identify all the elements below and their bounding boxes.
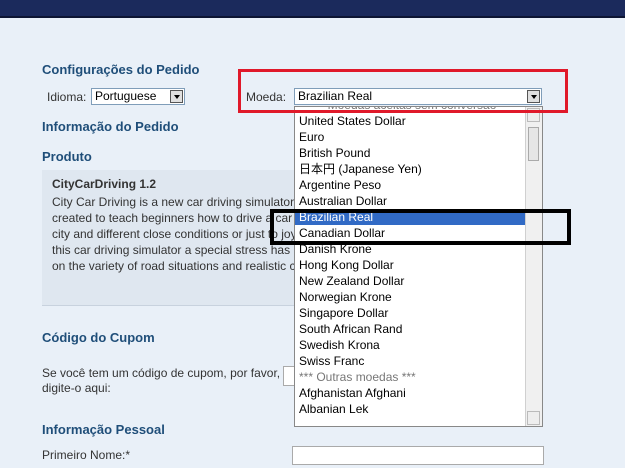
first-name-label: Primeiro Nome:* (42, 448, 131, 462)
currency-options: Moedas aceitas sem conversãoUnited State… (295, 107, 525, 417)
currency-option[interactable]: Singapore Dollar (295, 305, 525, 321)
currency-option[interactable]: Swiss Franc (295, 353, 525, 369)
currency-option[interactable]: Swedish Krona (295, 337, 525, 353)
currency-option[interactable]: New Zealand Dollar (295, 273, 525, 289)
currency-option[interactable]: United States Dollar (295, 113, 525, 129)
currency-dropdown-list[interactable]: Moedas aceitas sem conversãoUnited State… (294, 106, 543, 427)
chevron-down-icon[interactable] (170, 90, 183, 103)
product-name: CityCarDriving 1.2 (52, 177, 157, 191)
coupon-heading: Código do Cupom (42, 330, 155, 345)
currency-option[interactable]: Hong Kong Dollar (295, 257, 525, 273)
dropdown-scrollbar[interactable] (525, 107, 542, 426)
currency-option[interactable]: British Pound (295, 145, 525, 161)
top-header-bar (0, 0, 625, 18)
product-heading: Produto (42, 149, 92, 164)
selected-option-highlight-box (270, 209, 571, 245)
currency-option[interactable]: Argentine Peso (295, 177, 525, 193)
coupon-help-text: Se você tem um código de cupom, por favo… (42, 366, 281, 395)
currency-option[interactable]: Albanian Lek (295, 401, 525, 417)
language-select-value: Portuguese (95, 89, 157, 103)
language-label: Idioma: (47, 90, 87, 104)
scroll-thumb[interactable] (528, 127, 539, 161)
personal-info-heading: Informação Pessoal (42, 422, 165, 437)
currency-option[interactable]: Euro (295, 129, 525, 145)
currency-option[interactable]: South African Rand (295, 321, 525, 337)
order-info-heading: Informação do Pedido (42, 119, 179, 134)
language-select[interactable]: Portuguese (91, 88, 185, 105)
currency-option[interactable]: Australian Dollar (295, 193, 525, 209)
scroll-down-icon[interactable] (527, 411, 540, 425)
currency-option[interactable]: Afghanistan Afghani (295, 385, 525, 401)
dropdown-group-header: *** Outras moedas *** (299, 370, 416, 384)
first-name-field[interactable] (292, 446, 544, 465)
currency-highlight-box (238, 69, 568, 113)
order-settings-heading: Configurações do Pedido (42, 62, 200, 77)
currency-option[interactable]: 日本円 (Japanese Yen) (295, 161, 525, 177)
currency-option[interactable]: Norwegian Krone (295, 289, 525, 305)
